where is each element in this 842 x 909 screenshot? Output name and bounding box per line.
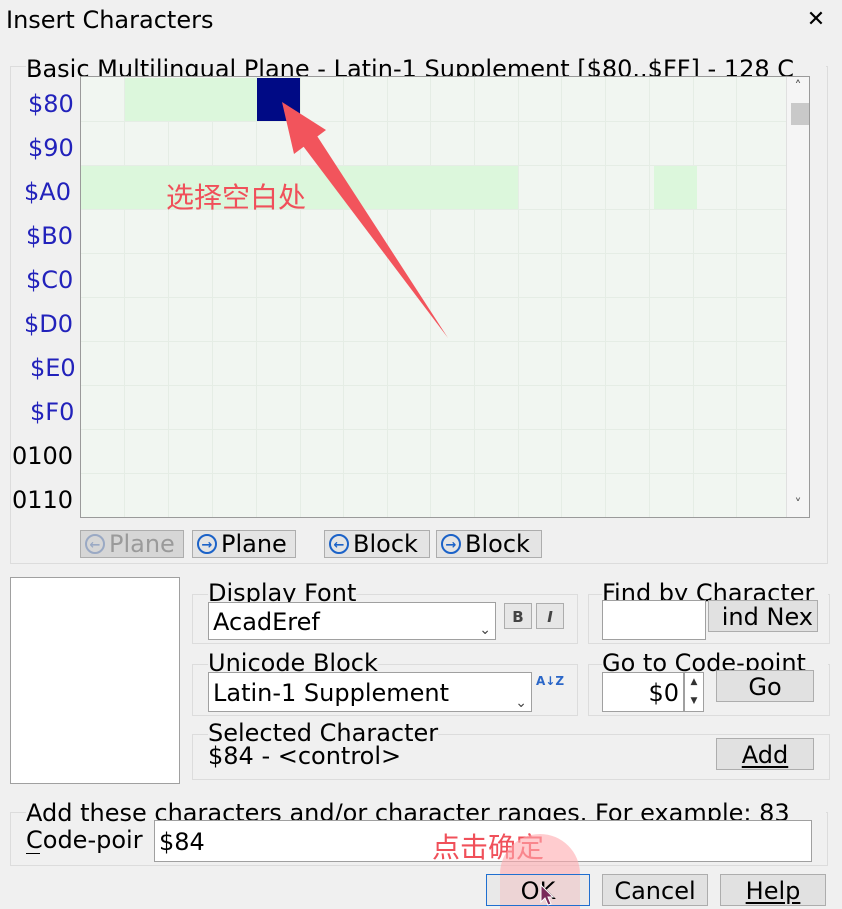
selected-character-cell[interactable] (257, 78, 300, 121)
next-plane-button[interactable]: → Plane (192, 530, 296, 558)
scroll-down-icon[interactable]: ˅ (787, 497, 809, 517)
row-label: $C0 (26, 266, 74, 294)
italic-button[interactable]: I (536, 603, 564, 629)
sort-az-icon[interactable]: A↓Z (536, 674, 566, 688)
arrow-right-icon: → (197, 534, 217, 554)
next-plane-label: Plane (221, 530, 287, 558)
mouse-cursor-icon (540, 884, 555, 906)
ok-button[interactable]: OK (486, 874, 590, 906)
prev-block-label: Block (353, 530, 418, 558)
codepoint-label: Code-poir (26, 826, 143, 854)
chevron-down-icon[interactable]: ⌄ (515, 683, 527, 711)
arrow-left-icon: ← (85, 534, 105, 554)
goto-codepoint-value: $0 (648, 679, 679, 707)
row-label: $90 (28, 134, 74, 162)
codepoint-spinner[interactable]: ▲ ▼ (684, 672, 704, 712)
help-button[interactable]: Help (720, 874, 826, 906)
row-label: $B0 (26, 222, 74, 250)
close-icon[interactable]: ✕ (802, 6, 830, 34)
scrollbar-thumb[interactable] (791, 103, 809, 125)
arrow-right-icon: → (441, 534, 461, 554)
find-next-button[interactable]: ind Nex (708, 600, 818, 632)
grid-lines (81, 77, 789, 517)
spin-up-icon[interactable]: ▲ (685, 673, 703, 692)
unicode-block-value: Latin-1 Supplement (213, 679, 450, 707)
go-button[interactable]: Go (716, 670, 814, 702)
scroll-up-icon[interactable]: ˄ (787, 79, 809, 99)
next-block-button[interactable]: → Block (436, 530, 542, 558)
display-font-value: AcadEref (213, 608, 320, 636)
window-title: Insert Characters (6, 6, 214, 34)
spin-down-icon[interactable]: ▼ (685, 692, 703, 711)
prev-plane-label: Plane (109, 530, 175, 558)
cancel-button[interactable]: Cancel (602, 874, 708, 906)
goto-codepoint-input[interactable]: $0 (602, 672, 684, 712)
row-label: 0110 (12, 486, 74, 514)
row-label: $E0 (30, 354, 76, 382)
selected-character-value: $84 - <control> (208, 742, 402, 770)
row-label: $D0 (24, 310, 74, 338)
row-label: $F0 (30, 398, 75, 426)
character-preview (10, 577, 180, 784)
control-char-cell-highlight (654, 166, 697, 209)
row-label: $A0 (24, 178, 71, 206)
arrow-left-icon: ← (329, 534, 349, 554)
control-char-cell-highlight (125, 78, 257, 121)
prev-plane-button[interactable]: ← Plane (80, 530, 184, 558)
character-grid[interactable]: ˄ ˅ (80, 76, 810, 518)
add-button[interactable]: Add (716, 738, 814, 770)
bold-button[interactable]: B (504, 603, 532, 629)
chevron-down-icon[interactable]: ⌄ (479, 611, 491, 639)
prev-block-button[interactable]: ← Block (324, 530, 430, 558)
display-font-select[interactable]: AcadEref ⌄ (208, 602, 496, 640)
unicode-block-select[interactable]: Latin-1 Supplement ⌄ (208, 672, 532, 712)
row-label: 0100 (12, 442, 74, 470)
find-character-input[interactable] (602, 600, 706, 640)
codepoint-label-underline (26, 853, 40, 854)
grid-scrollbar[interactable]: ˄ ˅ (786, 77, 809, 517)
next-block-label: Block (465, 530, 530, 558)
row-label: $80 (28, 90, 74, 118)
annotation-select-blank: 选择空白处 (166, 181, 307, 214)
